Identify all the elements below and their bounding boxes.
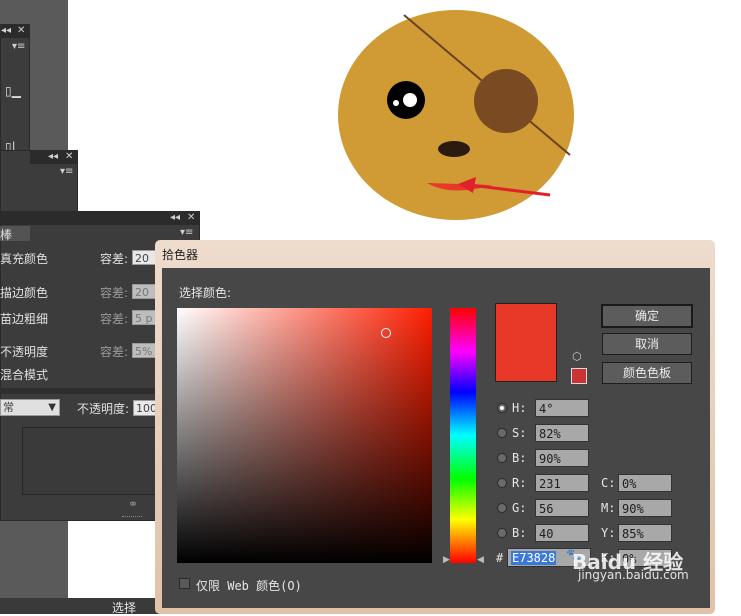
new-color-swatch: [495, 303, 557, 382]
close-icon[interactable]: ✕: [17, 25, 25, 36]
red-field[interactable]: 231: [535, 474, 589, 492]
color-libraries-button[interactable]: 颜色色板: [602, 362, 692, 384]
opacity-tolerance-field[interactable]: 5%: [132, 343, 156, 358]
blend-mode-value: 常: [3, 401, 14, 414]
stroke-tolerance-field[interactable]: 20: [132, 284, 156, 299]
eye-patch: [474, 69, 538, 133]
hue-slider[interactable]: [450, 308, 476, 563]
collapse-icon[interactable]: ◂◂: [170, 212, 180, 223]
green-field[interactable]: 56: [535, 499, 589, 517]
eye-highlight: [393, 100, 399, 106]
brightness-radio[interactable]: [497, 453, 507, 463]
tolerance-label: 容差:: [100, 286, 129, 300]
close-icon[interactable]: ✕: [187, 212, 195, 223]
panel-menu-icon[interactable]: ▾≡: [12, 41, 25, 52]
cyan-label: C:: [601, 476, 616, 490]
saturation-radio[interactable]: [497, 428, 507, 438]
dialog-title: 拾色器: [162, 248, 199, 262]
tolerance-label: 容差:: [100, 312, 129, 326]
brightness-label: B:: [512, 451, 527, 465]
saturation-field[interactable]: 82%: [535, 424, 589, 442]
collapse-icon[interactable]: ◂◂: [48, 151, 58, 162]
collapse-icon[interactable]: ◂◂: [1, 25, 11, 36]
preview-box: [22, 427, 157, 495]
blend-mode-select[interactable]: 常 ▼: [0, 399, 60, 416]
hue-field[interactable]: 4°: [535, 399, 589, 417]
magenta-label: M:: [601, 501, 616, 515]
web-only-label: 仅限 Web 颜色(O): [196, 579, 302, 593]
saturation-label: S:: [512, 426, 527, 440]
web-only-checkbox[interactable]: [179, 578, 190, 589]
hue-radio[interactable]: [497, 403, 507, 413]
magenta-field[interactable]: 90%: [618, 499, 672, 517]
layer-opacity-field[interactable]: 100: [133, 400, 157, 416]
watermark-url: jingyan.baidu.com: [578, 568, 689, 582]
hue-slider-left-arrow-icon[interactable]: ▶: [443, 555, 450, 565]
yellow-label: Y:: [601, 526, 616, 540]
cyan-field[interactable]: 0%: [618, 474, 672, 492]
bottom-bar-label: 选择: [112, 601, 137, 615]
tolerance-label: 容差:: [100, 345, 129, 359]
panel-tab-label: 棒: [0, 228, 13, 242]
stroke-width-label: 苗边粗细: [0, 312, 49, 326]
red-label: R:: [512, 476, 527, 490]
green-radio[interactable]: [497, 503, 507, 513]
ok-button[interactable]: 确定: [601, 304, 693, 328]
fill-color-label: 真充颜色: [0, 252, 49, 266]
link-icon[interactable]: ⚭: [128, 497, 138, 511]
saturation-brightness-field[interactable]: [177, 308, 432, 563]
stroke-width-tolerance-field[interactable]: 5 p: [132, 310, 156, 325]
hue-slider-right-arrow-icon[interactable]: ◀: [477, 555, 484, 565]
web-safe-swatch[interactable]: [571, 368, 587, 384]
canvas-artwork: [338, 10, 574, 220]
divider: [0, 388, 155, 394]
panel-menu-icon[interactable]: ▾≡: [60, 166, 73, 177]
yellow-field[interactable]: 85%: [618, 524, 672, 542]
layer-opacity-label: 不透明度:: [77, 402, 130, 416]
blend-mode-label: 混合模式: [0, 368, 49, 382]
chevron-down-icon: ▼: [48, 402, 56, 413]
tolerance-label: 容差:: [100, 252, 129, 266]
select-color-label: 选择颜色:: [179, 286, 232, 300]
close-icon[interactable]: ✕: [65, 151, 73, 162]
fill-tolerance-field[interactable]: 20: [132, 250, 156, 265]
red-radio[interactable]: [497, 478, 507, 488]
eye-pupil: [403, 93, 417, 107]
opacity-label: 不透明度: [0, 345, 49, 359]
hex-label: #: [496, 551, 504, 565]
align-bottom-icon[interactable]: ▯▁: [5, 84, 21, 98]
panel-menu-icon[interactable]: ▾≡: [180, 227, 193, 238]
brightness-field[interactable]: 90%: [535, 449, 589, 467]
color-cursor[interactable]: [381, 328, 391, 338]
baidu-watermark: 🐾 Baidu 经验 jingyan.baidu.com: [566, 548, 738, 584]
cancel-button[interactable]: 取消: [602, 333, 692, 355]
hue-label: H:: [512, 401, 527, 415]
blue-field[interactable]: 40: [535, 524, 589, 542]
green-label: G:: [512, 501, 527, 515]
hex-value: E73828: [511, 551, 557, 565]
blue-label: B:: [512, 526, 527, 540]
blue-radio[interactable]: [497, 528, 507, 538]
web-safe-cube-icon[interactable]: ⬡: [572, 350, 582, 363]
stroke-color-label: 描边颜色: [0, 286, 49, 300]
nose: [438, 141, 470, 157]
resize-grip[interactable]: [122, 516, 142, 520]
